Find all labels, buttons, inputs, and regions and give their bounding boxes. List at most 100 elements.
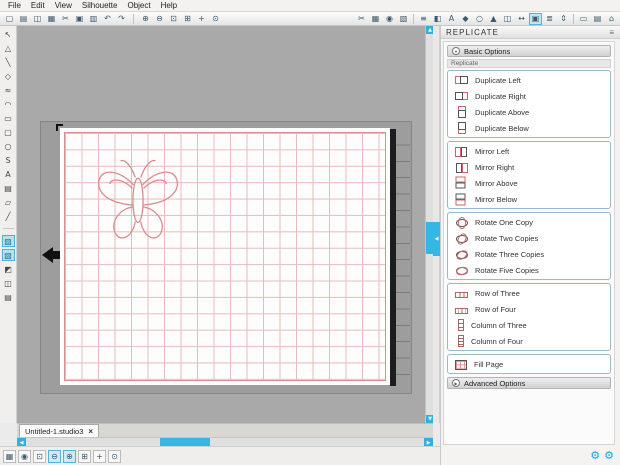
menu-edit[interactable]: Edit [26,1,50,10]
mirror-below-button[interactable]: Mirror Below [448,191,610,207]
transform-icon[interactable]: ↔ [515,13,528,25]
arc-tool-icon[interactable]: ◠ [2,98,15,110]
mirror-above-button[interactable]: Mirror Above [448,175,610,191]
fit-to-page-icon[interactable]: ⊙ [209,13,222,25]
column-of-four-button[interactable]: Column of Four [448,333,610,349]
new-document-icon[interactable]: ▢ [3,13,16,25]
zoom-in-bottom-icon[interactable]: ⊕ [63,449,76,463]
align-icon[interactable]: ≣ [543,13,556,25]
panel-splitter[interactable]: ◀ [433,26,440,423]
pan-bottom-icon[interactable]: + [93,449,106,463]
duplicate-above-button[interactable]: Duplicate Above [448,104,610,120]
copy-icon[interactable]: ▣ [73,13,86,25]
mirror-left-button[interactable]: Mirror Left [448,143,610,159]
zoom-out-bottom-icon[interactable]: ⊖ [48,449,61,463]
fit-page-bottom-icon[interactable]: ⊙ [108,449,121,463]
drag-zoom-bottom-icon[interactable]: ⊞ [78,449,91,463]
line-color-panel-icon[interactable]: ▧ [1,249,15,261]
select-tool-icon[interactable]: ↖ [2,28,15,40]
menu-help[interactable]: Help [156,1,182,10]
duplicate-below-button[interactable]: Duplicate Below [448,120,610,136]
effects-panel-icon[interactable]: ◩ [2,263,15,275]
theme-gear-icon[interactable]: ⚙ [604,449,614,462]
expand-arrow-icon[interactable]: ▶ [452,379,460,387]
curve-tool-icon[interactable]: ≈ [2,84,15,96]
close-tab-icon[interactable]: × [88,427,93,436]
show-registration-icon[interactable]: ⊡ [33,449,46,463]
zoom-out-icon[interactable]: ⊖ [153,13,166,25]
panel-menu-icon[interactable]: ≡ [609,28,615,37]
send-to-silhouette-icon[interactable]: ✂ [355,13,368,25]
rounded-rectangle-tool-icon[interactable]: ▢ [2,126,15,138]
canvas-area[interactable] [17,26,425,423]
show-grid-icon[interactable]: ▦ [3,449,16,463]
text-style-icon[interactable]: A [445,13,458,25]
vertical-scrollbar[interactable]: ▲ ▼ [425,26,434,423]
butterfly-outline-design[interactable] [92,146,184,264]
menu-object[interactable]: Object [122,1,155,10]
note-tool-icon[interactable]: ▤ [2,182,15,194]
trace-icon[interactable]: ▲ [487,13,500,25]
knife-tool-icon[interactable]: ╱ [2,210,15,222]
polygon-tool-icon[interactable]: ◇ [2,70,15,82]
row-of-four-button[interactable]: Row of Four [448,301,610,317]
menu-file[interactable]: File [3,1,26,10]
advanced-options-header[interactable]: ▶ Advanced Options [447,377,611,389]
registration-marks-icon[interactable]: ◉ [383,13,396,25]
freehand-tool-icon[interactable]: S [2,154,15,166]
offset-icon[interactable]: ○ [473,13,486,25]
menu-silhouette[interactable]: Silhouette [77,1,123,10]
library-icon[interactable]: ▤ [591,13,604,25]
zoom-in-icon[interactable]: ⊕ [139,13,152,25]
rotate-five-copies-button[interactable]: Rotate Five Copies [448,262,610,278]
page-settings-icon[interactable]: ▦ [369,13,382,25]
paste-icon[interactable]: ▥ [87,13,100,25]
drag-zoom-icon[interactable]: ⊞ [181,13,194,25]
undo-icon[interactable]: ↶ [101,13,114,25]
panel-collapse-grip[interactable]: ◀ [433,222,440,256]
rotate-two-copies-button[interactable]: Rotate Two Copies [448,230,610,246]
menu-view[interactable]: View [50,1,77,10]
page-shadow [390,129,396,386]
edit-points-tool-icon[interactable]: △ [2,42,15,54]
rotate-three-copies-button[interactable]: Rotate Three Copies [448,246,610,262]
layers-panel-icon[interactable]: ◫ [2,277,15,289]
cut-icon[interactable]: ✂ [59,13,72,25]
line-tool-icon[interactable]: ╲ [2,56,15,68]
image-effects-icon[interactable]: ◆ [459,13,472,25]
library-panel-icon[interactable]: ▤ [2,291,15,303]
scale-icon[interactable]: ⇕ [557,13,570,25]
row-of-three-button[interactable]: Row of Three [448,285,610,301]
horizontal-scrollbar[interactable]: ◀ ▶ [17,437,433,447]
replicate-icon[interactable]: ▣ [529,12,542,25]
rotate-group: Rotate One Copy Rotate Two Copies Rotate… [447,212,611,280]
open-file-icon[interactable]: ▤ [17,13,30,25]
eraser-tool-icon[interactable]: ▱ [2,196,15,208]
modify-icon[interactable]: ◫ [501,13,514,25]
pan-icon[interactable]: + [195,13,208,25]
text-tool-icon[interactable]: A [2,168,15,180]
line-style-icon[interactable]: ≡ [417,13,430,25]
snap-to-grid-icon[interactable]: ◉ [18,449,31,463]
store-icon[interactable]: ⌂ [605,13,618,25]
basic-options-header[interactable]: ▼ Basic Options [447,45,611,57]
duplicate-left-button[interactable]: Duplicate Left [448,72,610,88]
duplicate-right-button[interactable]: Duplicate Right [448,88,610,104]
preferences-gear-icon[interactable]: ⚙ [590,449,600,462]
rectangle-tool-icon[interactable]: ▭ [2,112,15,124]
fill-page-button[interactable]: Fill Page [448,356,610,372]
pixscan-icon[interactable]: ▧ [397,13,410,25]
mirror-right-button[interactable]: Mirror Right [448,159,610,175]
zoom-selection-icon[interactable]: ⊡ [167,13,180,25]
fill-panel-icon[interactable]: ▨ [1,235,15,247]
column-of-three-button[interactable]: Column of Three [448,317,610,333]
object-properties-icon[interactable]: ▭ [577,13,590,25]
fill-style-icon[interactable]: ◧ [431,13,444,25]
rotate-one-copy-button[interactable]: Rotate One Copy [448,214,610,230]
collapse-arrow-icon[interactable]: ▼ [452,47,460,55]
ellipse-tool-icon[interactable]: ○ [2,140,15,152]
redo-icon[interactable]: ↷ [115,13,128,25]
document-tab[interactable]: Untitled-1.studio3 × [19,424,100,437]
print-icon[interactable]: ▦ [45,13,58,25]
save-icon[interactable]: ◫ [31,13,44,25]
